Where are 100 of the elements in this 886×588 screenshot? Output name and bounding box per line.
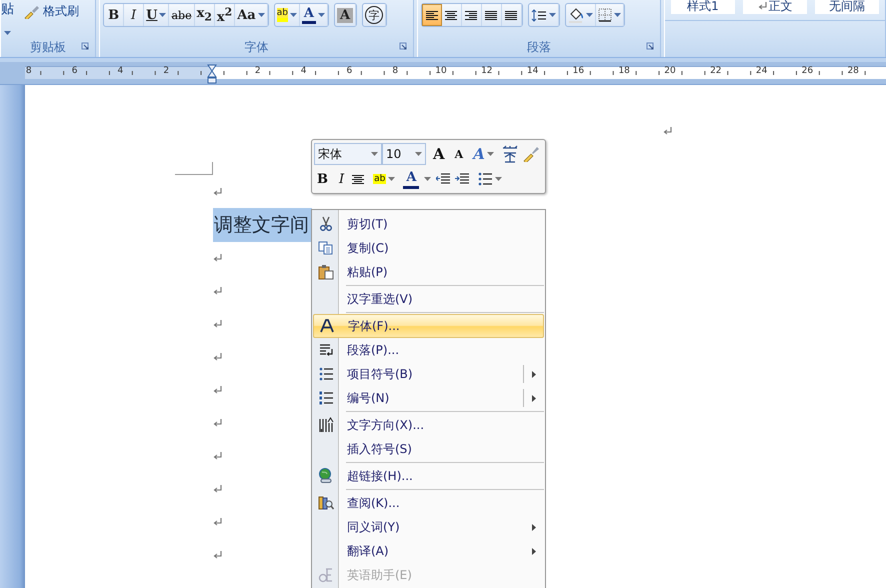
borders-button[interactable] xyxy=(596,4,624,26)
align-button[interactable] xyxy=(422,4,442,26)
group-label: 字体 xyxy=(244,39,269,56)
decrease-indent-icon[interactable] xyxy=(436,173,450,185)
paragraph-mark-icon xyxy=(213,484,222,492)
paragraph-mark-icon xyxy=(213,386,222,394)
dialog-launcher-icon[interactable] xyxy=(81,42,90,51)
paragraph-mark-icon xyxy=(758,2,766,10)
menu-item[interactable]: 项目符号(B) xyxy=(313,362,544,386)
dropdown-caret-icon[interactable] xyxy=(495,177,502,181)
shading-button[interactable] xyxy=(566,4,596,26)
dropdown-caret-icon[interactable] xyxy=(586,13,594,17)
strike-button[interactable]: abe xyxy=(169,4,195,26)
paragraph-mark-icon xyxy=(663,127,672,135)
dropdown-caret-icon[interactable] xyxy=(415,152,422,156)
bold-button[interactable]: B xyxy=(104,4,124,26)
menu-item[interactable]: 粘贴(P) xyxy=(313,260,544,284)
color-bar-icon xyxy=(302,20,316,24)
ruler-number: 20 xyxy=(664,66,676,76)
paragraph-mark-icon xyxy=(213,550,222,558)
case-button[interactable]: Aa xyxy=(235,4,268,26)
dropdown-caret-icon[interactable] xyxy=(388,177,396,181)
align-icon xyxy=(426,10,439,20)
ruler-number: 8 xyxy=(26,66,32,76)
font-name-field[interactable]: 宋体 xyxy=(314,143,382,165)
dialog-launcher-icon[interactable] xyxy=(646,42,655,51)
paragraph-mark-icon xyxy=(213,352,222,360)
indent-marker-icon[interactable] xyxy=(207,64,217,84)
align-icon xyxy=(352,174,366,184)
italic-button[interactable]: I xyxy=(336,169,348,189)
align-button[interactable] xyxy=(502,4,522,26)
sub-button[interactable]: x$_{2}$ xyxy=(194,4,215,26)
paragraph-mark-icon xyxy=(213,320,222,328)
phonetic-guide-icon[interactable] xyxy=(500,145,519,163)
dropdown-caret-icon[interactable] xyxy=(318,13,325,17)
enclose-button[interactable]: 字 xyxy=(363,4,386,26)
menu-item[interactable]: 同义词(Y) xyxy=(313,515,544,539)
dropdown-caret-icon[interactable] xyxy=(4,31,11,35)
paragraph-icon xyxy=(318,342,334,358)
menu-item[interactable]: 超链接(H)... xyxy=(313,464,544,488)
dialog-launcher-icon[interactable] xyxy=(399,42,408,51)
font-color-button[interactable]: A xyxy=(403,170,420,188)
numbered-list-icon xyxy=(318,390,334,406)
font-size-field[interactable]: 10 xyxy=(382,143,426,165)
ruler-number: 28 xyxy=(847,66,859,76)
ruler-number: 24 xyxy=(756,66,768,76)
dropdown-caret-icon[interactable] xyxy=(614,13,622,17)
paragraph-mark-icon xyxy=(213,254,222,262)
margin-corner-mark xyxy=(175,162,213,175)
dropdown-caret-icon[interactable] xyxy=(486,152,494,156)
paragraph-mark-icon xyxy=(213,418,222,426)
menu-item[interactable]: 查阅(K)... xyxy=(313,491,544,515)
menu-item[interactable]: 汉字重选(V) xyxy=(313,287,544,311)
paragraph-mark-icon xyxy=(213,188,222,196)
paragraph-mark-icon xyxy=(213,452,222,460)
highlight-button[interactable]: ab xyxy=(370,169,398,189)
menu-item[interactable]: 插入符号(S) xyxy=(313,437,544,461)
letter-a-icon xyxy=(319,318,335,334)
dropdown-caret-icon[interactable] xyxy=(549,13,556,17)
grow-font-button[interactable]: A xyxy=(430,144,448,164)
menu-item[interactable]: 字体(F)... xyxy=(313,314,544,338)
bold-button[interactable]: B xyxy=(314,169,331,189)
align-icon xyxy=(445,10,458,20)
italic-button[interactable]: I xyxy=(124,4,144,26)
ruler-number: 4 xyxy=(300,66,306,76)
styles-button[interactable]: A xyxy=(470,144,497,164)
increase-indent-icon[interactable] xyxy=(455,173,470,185)
menu-item[interactable]: 剪切(T) xyxy=(313,212,544,236)
dictionary-icon xyxy=(318,567,334,583)
selected-text: 调整文字间 xyxy=(213,208,312,242)
format-painter-button[interactable]: 格式刷 xyxy=(24,3,79,20)
style-swatch[interactable]: 样式1 xyxy=(671,0,735,14)
dropdown-caret-icon[interactable] xyxy=(371,152,378,156)
menu-item[interactable]: 复制(C) xyxy=(313,236,544,260)
highlight-button[interactable]: ab xyxy=(274,4,300,26)
menu-item[interactable]: 文字方向(X)... xyxy=(313,413,544,437)
sup-button[interactable]: x$^{2}$ xyxy=(214,4,236,26)
menu-item[interactable]: 编号(N) xyxy=(313,386,544,410)
menu-item[interactable]: 段落(P)... xyxy=(313,338,544,362)
align-button[interactable] xyxy=(462,4,482,26)
paragraph-mark-icon xyxy=(213,518,222,526)
align-button[interactable] xyxy=(442,4,462,26)
dropdown-caret-icon[interactable] xyxy=(290,13,297,17)
color-button[interactable]: A xyxy=(300,4,328,26)
dropdown-caret-icon[interactable] xyxy=(424,177,432,181)
align-icon xyxy=(485,10,498,20)
dropdown-caret-icon[interactable] xyxy=(258,13,265,17)
group-label: 剪贴板 xyxy=(30,39,66,56)
scissors-icon xyxy=(318,216,334,232)
underline-button[interactable]: U xyxy=(144,4,170,26)
ruler-number: 8 xyxy=(392,66,398,76)
brush-icon[interactable] xyxy=(522,146,539,162)
menu-item[interactable]: 翻译(A) xyxy=(313,539,544,563)
align-button[interactable] xyxy=(482,4,502,26)
dropdown-caret-icon[interactable] xyxy=(159,13,166,17)
align-icon xyxy=(465,10,478,20)
style-swatch[interactable]: 无间隔 xyxy=(815,0,879,14)
ruler-number: 4 xyxy=(118,66,124,76)
shrink-font-button[interactable]: A xyxy=(452,144,466,164)
paste-label[interactable]: 贴 xyxy=(1,0,14,18)
